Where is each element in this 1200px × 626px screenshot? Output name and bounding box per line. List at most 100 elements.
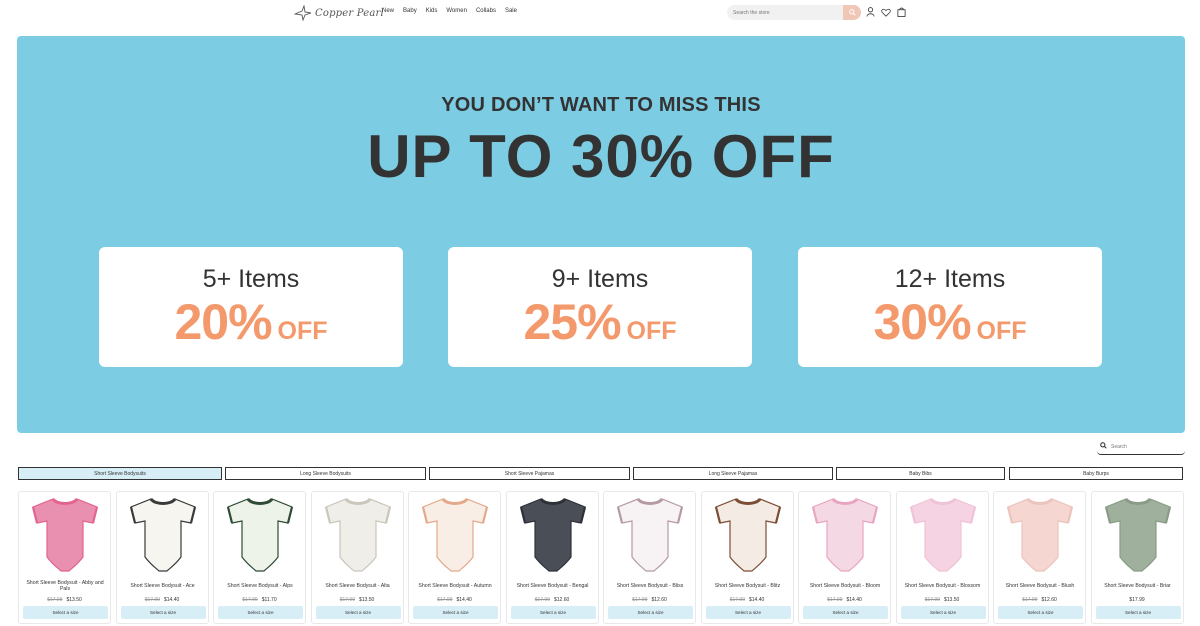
product-image[interactable]: [318, 493, 398, 575]
select-size-button[interactable]: Select a size: [315, 606, 401, 619]
tab-baby-bibs[interactable]: Baby Bibs: [836, 467, 1005, 480]
product-card[interactable]: Short Sleeve Bodysuit - Bloom $17.99 $14.4…: [798, 491, 891, 624]
sale-price: $14.40: [749, 597, 765, 603]
site-header: Copper Pearl New Baby Kids Women Collabs…: [0, 0, 1200, 28]
product-card[interactable]: Short Sleeve Bodysuit - Blossom $17.99 $13…: [895, 491, 989, 624]
product-card[interactable]: Short Sleeve Bodysuit - Bengal $17.99 $12.…: [505, 491, 599, 624]
product-price: $17.99 $14.40: [799, 597, 890, 603]
product-name[interactable]: Short Sleeve Bodysuit - Abby and Pals: [22, 577, 108, 595]
tier-discount: 25% OFF: [448, 293, 752, 351]
tier-percent: 25%: [523, 294, 621, 350]
product-name[interactable]: Short Sleeve Bodysuit - Alps: [217, 577, 303, 595]
banner-headline: UP TO 30% OFF: [367, 123, 835, 190]
product-card[interactable]: Short Sleeve Bodysuit - Briar $17.99 Selec…: [1090, 491, 1184, 624]
product-card[interactable]: Short Sleeve Bodysuit - Alta $17.99 $13.50…: [310, 491, 404, 624]
select-size-button[interactable]: Select a size: [998, 606, 1083, 619]
product-card[interactable]: Short Sleeve Bodysuit - Blitz $17.99 $14.4…: [700, 491, 794, 624]
nav-item-kids[interactable]: Kids: [426, 8, 438, 14]
tier-discount: 20% OFF: [99, 293, 403, 351]
select-size-button[interactable]: Select a size: [23, 606, 108, 619]
select-size-button[interactable]: Select a size: [1095, 606, 1181, 619]
sale-price: $14.40: [456, 597, 472, 603]
product-name[interactable]: Short Sleeve Bodysuit - Blossom: [900, 577, 986, 595]
nav-item-new[interactable]: New: [382, 8, 394, 14]
original-price: $17.99: [729, 597, 745, 603]
nav-item-baby[interactable]: Baby: [403, 8, 417, 14]
product-name[interactable]: Short Sleeve Bodysuit - Ace: [120, 577, 206, 595]
product-price: $17.99 $13.50: [312, 597, 403, 603]
product-name[interactable]: Short Sleeve Bodysuit - Bliss: [607, 577, 693, 595]
select-size-button[interactable]: Select a size: [803, 606, 888, 619]
product-image[interactable]: [25, 493, 105, 575]
store-search: [727, 5, 861, 20]
product-price: $17.99 $11.70: [214, 597, 305, 603]
select-size-button[interactable]: Select a size: [705, 606, 791, 619]
product-card[interactable]: Short Sleeve Bodysuit - Ace $17.99 $14.40 S…: [115, 491, 209, 624]
product-name[interactable]: Short Sleeve Bodysuit - Bloom: [802, 577, 888, 595]
tab-baby-burps[interactable]: Baby Burps: [1009, 467, 1183, 480]
original-price: $17.99: [144, 597, 160, 603]
product-image[interactable]: [1000, 493, 1080, 575]
product-image[interactable]: [708, 493, 788, 575]
tab-short-sleeve-bodysuits[interactable]: Short Sleeve Bodysuits: [18, 467, 222, 480]
product-card[interactable]: Short Sleeve Bodysuit - Autumn $17.99 $14.…: [408, 491, 501, 624]
banner-kicker: YOU DON’T WANT TO MISS THIS: [441, 94, 761, 116]
sale-price: $14.40: [846, 597, 862, 603]
product-image[interactable]: [805, 493, 885, 575]
nav-item-collabs[interactable]: Collabs: [476, 8, 496, 14]
tier-percent: 20%: [174, 294, 272, 350]
product-name[interactable]: Short Sleeve Bodysuit - Briar: [1095, 577, 1181, 595]
product-name[interactable]: Short Sleeve Bodysuit - Autumn: [412, 577, 498, 595]
product-search: [1097, 439, 1185, 455]
sale-price: $14.40: [164, 597, 180, 603]
logo[interactable]: Copper Pearl: [294, 3, 384, 23]
select-size-button[interactable]: Select a size: [218, 606, 303, 619]
tab-long-sleeve-pajamas[interactable]: Long Sleeve Pajamas: [633, 467, 833, 480]
select-size-button[interactable]: Select a size: [900, 606, 986, 619]
tab-short-sleeve-pajamas[interactable]: Short Sleeve Pajamas: [429, 467, 630, 480]
product-price: $17.99 $13.50: [19, 597, 110, 603]
product-image[interactable]: [903, 493, 983, 575]
nav-item-sale[interactable]: Sale: [505, 8, 517, 14]
product-image[interactable]: [513, 493, 593, 575]
original-price: $17.99: [437, 597, 453, 603]
select-size-button[interactable]: Select a size: [510, 606, 596, 619]
select-size-button[interactable]: Select a size: [413, 606, 498, 619]
tier-off-label: OFF: [277, 317, 328, 345]
product-price: $17.99 $14.40: [117, 597, 208, 603]
store-search-input[interactable]: [727, 5, 843, 20]
product-image[interactable]: [123, 493, 203, 575]
product-card[interactable]: Short Sleeve Bodysuit - Blush $17.99 $12.6…: [993, 491, 1086, 624]
nav-item-women[interactable]: Women: [446, 8, 467, 14]
select-size-button[interactable]: Select a size: [120, 606, 206, 619]
product-image[interactable]: [220, 493, 300, 575]
discount-tier-card: 9+ Items 25% OFF: [448, 247, 752, 367]
product-card[interactable]: Short Sleeve Bodysuit - Abby and Pals $17…: [18, 491, 111, 624]
original-price: $17.99: [242, 597, 258, 603]
product-image[interactable]: [610, 493, 690, 575]
tier-off-label: OFF: [626, 317, 677, 345]
sale-price: $13.50: [359, 597, 375, 603]
product-image[interactable]: [415, 493, 495, 575]
product-name[interactable]: Short Sleeve Bodysuit - Alta: [315, 577, 401, 595]
search-icon: [1100, 442, 1107, 449]
account-icon[interactable]: [864, 6, 876, 18]
product-name[interactable]: Short Sleeve Bodysuit - Bengal: [510, 577, 596, 595]
cart-bag-icon[interactable]: [895, 6, 907, 18]
original-price: $17.99: [924, 597, 940, 603]
tab-long-sleeve-bodysuits[interactable]: Long Sleeve Bodysuits: [225, 467, 426, 480]
store-search-button[interactable]: [843, 5, 861, 20]
select-size-button[interactable]: Select a size: [608, 606, 693, 619]
wishlist-heart-icon[interactable]: [880, 6, 892, 18]
product-image[interactable]: [1098, 493, 1178, 575]
product-card[interactable]: Short Sleeve Bodysuit - Bliss $17.99 $12.6…: [603, 491, 696, 624]
product-card[interactable]: Short Sleeve Bodysuit - Alps $17.99 $11.70…: [213, 491, 306, 624]
tier-items-label: 9+ Items: [551, 265, 649, 293]
product-search-input[interactable]: [1111, 441, 1181, 453]
product-name[interactable]: Short Sleeve Bodysuit - Blush: [997, 577, 1083, 595]
product-price: $17.99: [1092, 597, 1183, 603]
sale-price: $12.60: [554, 597, 570, 603]
product-price: $17.99 $13.50: [897, 597, 988, 603]
original-price: $17.99: [1022, 597, 1038, 603]
product-name[interactable]: Short Sleeve Bodysuit - Blitz: [705, 577, 791, 595]
